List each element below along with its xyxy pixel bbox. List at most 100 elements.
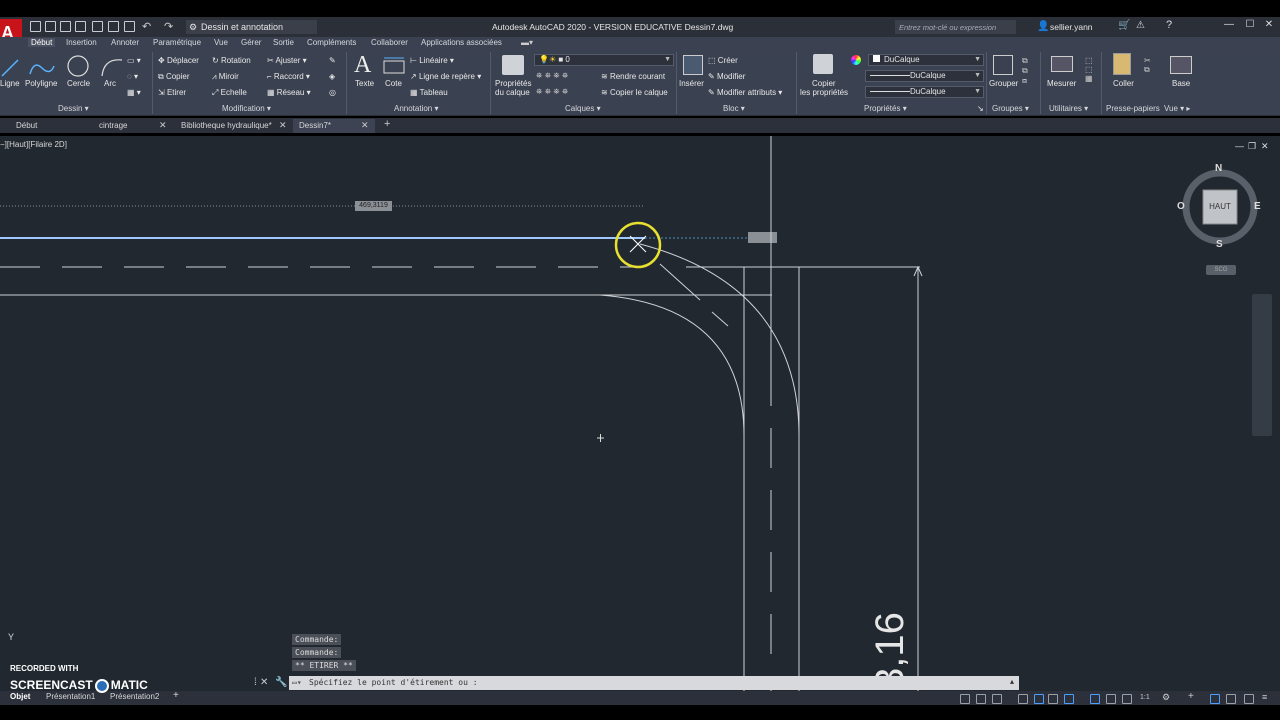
panel-proprietes-title[interactable]: Propriétés ▾ <box>864 104 907 113</box>
mesurer-button[interactable]: Mesurer <box>1047 79 1076 88</box>
command-history-toggle-icon[interactable]: ▴ <box>1010 677 1014 686</box>
close-icon[interactable]: ✕ <box>361 120 369 131</box>
layer-properties-label-1[interactable]: Propriétés <box>495 79 531 88</box>
panel-dessin-title[interactable]: Dessin ▾ <box>58 104 89 113</box>
viewcube-west[interactable]: O <box>1177 201 1185 212</box>
new-tab-icon[interactable]: + <box>384 118 390 130</box>
clipboard-tools-icon[interactable]: ✂ ⧉ <box>1144 56 1151 75</box>
plus-icon[interactable]: + <box>1188 691 1198 702</box>
reseau-button[interactable]: ▦ Réseau ▾ <box>267 88 311 97</box>
base-view-icon[interactable] <box>1170 56 1192 74</box>
viewcube-face[interactable]: HAUT <box>1204 202 1236 211</box>
panel-annotation-title[interactable]: Annotation ▾ <box>394 104 439 113</box>
layer-tools-row-1[interactable]: ⛯ ⛯ ⛯ ⛯ <box>536 71 568 81</box>
ligne-button[interactable]: Ligne <box>0 79 20 88</box>
linetype-select[interactable]: DuCalque ▼ <box>865 70 984 82</box>
close-icon[interactable]: ✕ <box>279 120 287 131</box>
panel-utilitaires-title[interactable]: Utilitaires ▾ <box>1049 104 1088 113</box>
inserer-button[interactable]: Insérer <box>679 79 704 88</box>
open-file-icon[interactable] <box>45 21 56 32</box>
etirer-button[interactable]: ⇲ Etirer <box>158 88 186 97</box>
coller-button[interactable]: Coller <box>1113 79 1134 88</box>
miroir-button[interactable]: ⩘ Miroir <box>212 72 239 82</box>
exchange-icon[interactable]: ⚠ <box>1136 20 1145 31</box>
copier-proprietes-label-1[interactable]: Copier <box>812 79 836 88</box>
cart-icon[interactable]: 🛒 <box>1118 20 1130 31</box>
model-space-icon[interactable] <box>960 694 970 704</box>
close-icon[interactable]: ✕ <box>159 120 167 131</box>
web-icon[interactable] <box>92 21 103 32</box>
layer-select[interactable]: 💡☀ ■ 0 ▼ <box>534 54 674 66</box>
command-customize-icon[interactable]: 🔧 <box>275 677 287 688</box>
isodraft-icon[interactable] <box>1048 694 1058 704</box>
layout-tab-presentation2[interactable]: Présentation2 <box>110 692 159 701</box>
close-icon[interactable]: ✕ <box>1262 19 1276 33</box>
maximize-icon[interactable]: ☐ <box>1243 19 1257 33</box>
navigation-bar[interactable] <box>1252 294 1272 436</box>
search-input[interactable]: Entrez mot-clé ou expression <box>895 20 1016 34</box>
panel-launcher-icon[interactable]: ↘ <box>977 104 984 113</box>
ortho-icon[interactable] <box>1018 694 1028 704</box>
viewcube-north[interactable]: N <box>1215 163 1222 174</box>
tab-sortie[interactable]: Sortie <box>273 38 294 47</box>
color-select[interactable]: DuCalque ▼ <box>868 54 984 66</box>
grouper-button[interactable]: Grouper <box>989 79 1018 88</box>
ligne-repere-button[interactable]: ↗ Ligne de repère ▾ <box>410 72 481 81</box>
cote-button[interactable]: Cote <box>385 79 402 88</box>
command-grip-icon[interactable]: ⁞ <box>254 677 257 688</box>
doc-tab-bibliotheque[interactable]: Bibliotheque hydraulique* <box>175 119 278 133</box>
modifier-button[interactable]: ✎ Modifier <box>708 72 745 81</box>
publish-icon[interactable] <box>108 21 119 32</box>
copier-calque-button[interactable]: ≋ Copier le calque <box>601 88 668 97</box>
panel-modification-title[interactable]: Modification ▾ <box>222 104 271 113</box>
group-tools-icon[interactable]: ⧉ ⧉ ⧈ <box>1022 56 1028 86</box>
layer-properties-label-2[interactable]: du calque <box>495 88 530 97</box>
add-layout-icon[interactable]: + <box>173 690 179 701</box>
layout-tab-presentation1[interactable]: Présentation1 <box>46 692 95 701</box>
measure-icon[interactable] <box>1051 56 1073 72</box>
tab-debut[interactable]: Début <box>28 38 56 47</box>
tab-applications[interactable]: Applications associées <box>421 38 502 47</box>
save-as-icon[interactable] <box>75 21 86 32</box>
polar-icon[interactable] <box>1034 694 1044 704</box>
layout-tab-objet[interactable]: Objet <box>10 692 30 701</box>
cercle-button[interactable]: Cercle <box>67 79 90 88</box>
minimize-icon[interactable]: — <box>1222 19 1236 33</box>
offset-icon[interactable]: ◎ <box>329 88 336 97</box>
ajuster-button[interactable]: ✂ Ajuster ▾ <box>267 56 307 65</box>
explode-icon[interactable]: ◈ <box>329 72 335 81</box>
command-close-icon[interactable]: ✕ <box>260 677 268 688</box>
tab-vue[interactable]: Vue <box>214 38 228 47</box>
save-icon[interactable] <box>60 21 71 32</box>
scale-label[interactable]: 1:1 <box>1140 694 1154 704</box>
tab-annoter[interactable]: Annoter <box>111 38 139 47</box>
grid-icon[interactable]: ▦ ▾ <box>127 88 141 97</box>
panel-calques-title[interactable]: Calques ▾ <box>565 104 601 113</box>
doc-tab-debut[interactable]: Début <box>10 119 43 133</box>
workspace-select[interactable]: ⚙ Dessin et annotation <box>186 20 317 34</box>
panel-groupes-title[interactable]: Groupes ▾ <box>992 104 1029 113</box>
deplacer-button[interactable]: ✥ Déplacer <box>158 56 199 65</box>
tab-insertion[interactable]: Insertion <box>66 38 97 47</box>
gear-icon[interactable]: ⚙ <box>1162 692 1172 702</box>
utility-tools-icon[interactable]: ⬚ ⬚ ▦ <box>1085 56 1093 83</box>
tab-parametrique[interactable]: Paramétrique <box>153 38 201 47</box>
pencil-icon[interactable]: ✎ <box>329 56 336 65</box>
tableau-button[interactable]: ▦ Tableau <box>410 88 448 97</box>
command-input[interactable]: ▭▾ Spécifiez le point d'étirement ou : <box>289 676 1019 690</box>
text-icon[interactable]: A <box>354 52 371 79</box>
tab-complements[interactable]: Compléments <box>307 38 356 47</box>
new-file-icon[interactable] <box>30 21 41 32</box>
rotation-button[interactable]: ↻ Rotation <box>212 56 251 65</box>
doc-tab-cintrage[interactable]: cintrage <box>93 119 133 133</box>
layer-properties-icon[interactable] <box>502 55 524 75</box>
osnap-tracking-icon[interactable] <box>1064 694 1074 704</box>
hatch-icon[interactable]: ◌ ▾ <box>127 72 138 81</box>
lineweight-select[interactable]: DuCalque ▼ <box>865 86 984 98</box>
layer-tools-row-2[interactable]: ⛯ ⛯ ⛯ ⛯ <box>536 87 568 97</box>
insert-block-icon[interactable] <box>683 55 703 75</box>
tab-collaborer[interactable]: Collaborer <box>371 38 408 47</box>
modifier-attributs-button[interactable]: ✎ Modifier attributs ▾ <box>708 88 782 97</box>
base-button[interactable]: Base <box>1172 79 1190 88</box>
match-properties-icon[interactable] <box>813 54 833 74</box>
